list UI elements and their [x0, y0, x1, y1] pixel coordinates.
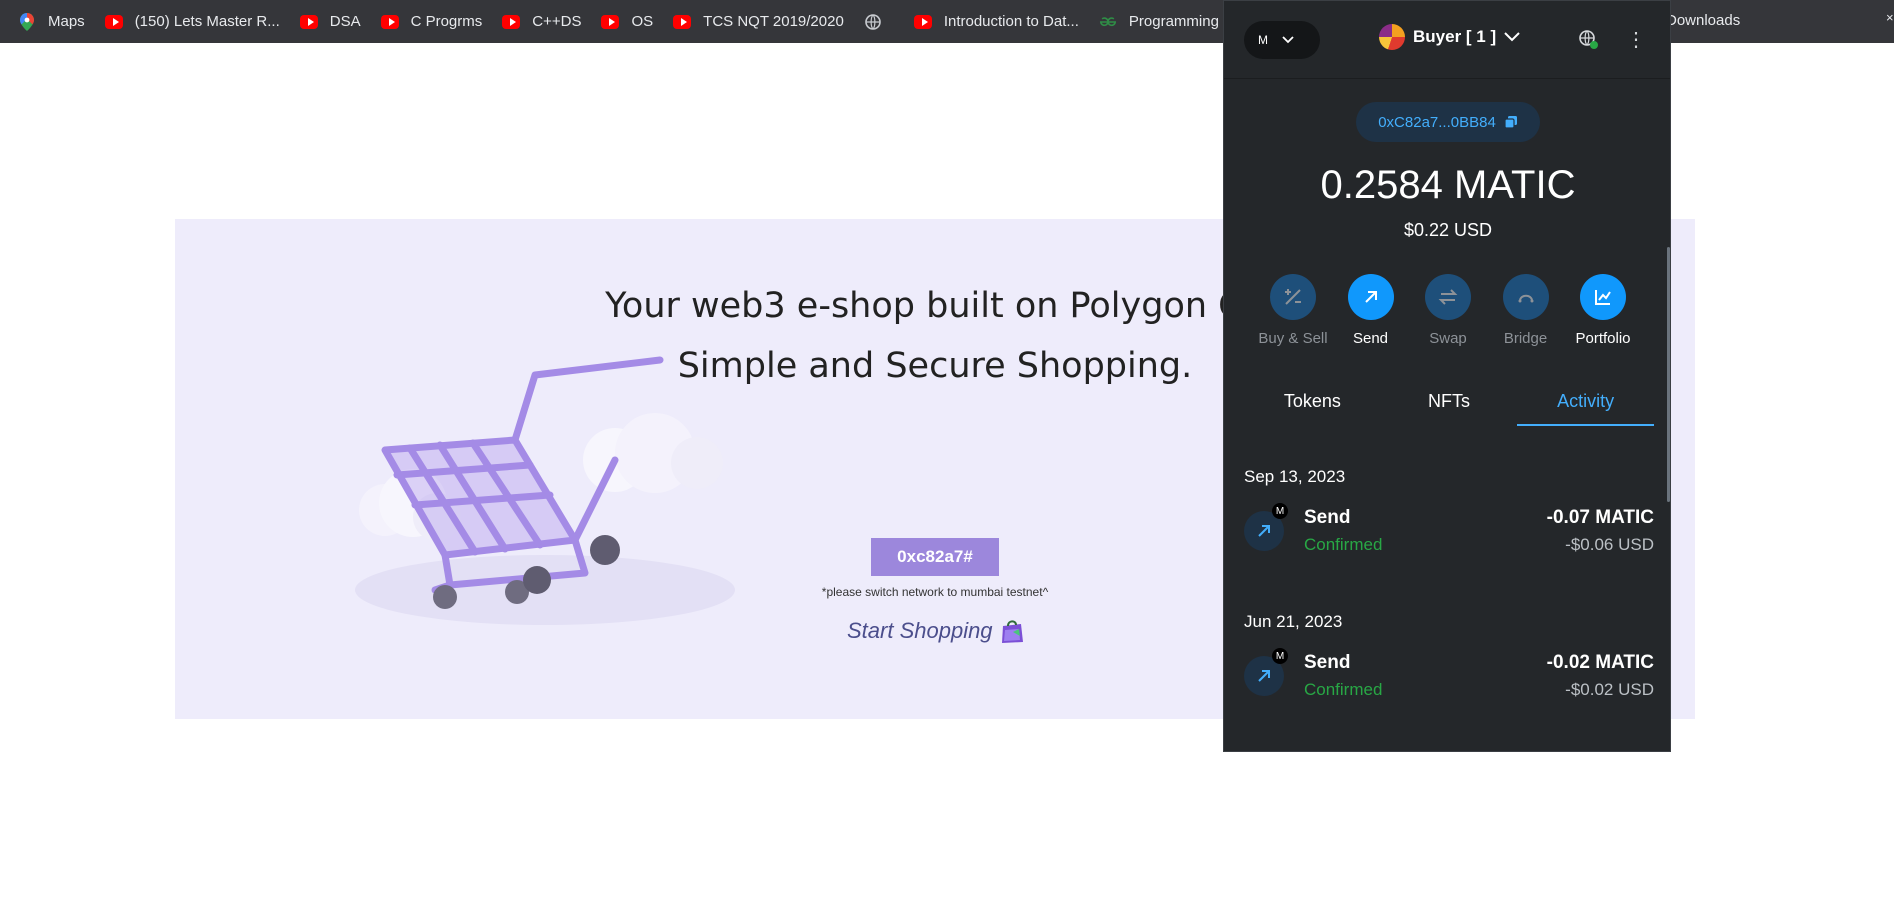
bookmark-label: DSA [329, 13, 361, 30]
bookmark-label: C Progrms [410, 13, 483, 30]
connected-sites-icon[interactable] [1577, 28, 1599, 50]
portfolio-label: Portfolio [1575, 330, 1631, 347]
activity-status: Confirmed [1304, 680, 1383, 699]
bookmark-c-programs[interactable]: C Progrms [380, 8, 483, 36]
bridge-label: Bridge [1503, 330, 1548, 347]
youtube-icon [502, 14, 521, 29]
wallet-actions: Buy & Sell Send Swap Bridge Portfolio [1258, 274, 1638, 347]
account-avatar [1379, 24, 1405, 50]
youtube-icon [299, 14, 318, 29]
tab-tokens[interactable]: Tokens [1244, 383, 1381, 426]
youtube-icon [673, 14, 692, 29]
wallet-scrollbar[interactable] [1667, 247, 1670, 502]
bookmark-lets-master[interactable]: (150) Lets Master R... [104, 8, 280, 36]
activity-usd: -$0.02 USD [1565, 680, 1654, 699]
send-label: Send [1352, 330, 1389, 347]
bookmark-downloads[interactable]: Downloads [1666, 12, 1740, 29]
tab-nfts[interactable]: NFTs [1381, 383, 1518, 426]
activity-usd: -$0.06 USD [1565, 535, 1654, 554]
balance-amount: 0.2584 MATIC [1320, 163, 1576, 207]
bookmark-label: (150) Lets Master R... [134, 13, 280, 30]
bookmark-label: Introduction to Dat... [943, 13, 1079, 30]
copy-icon[interactable] [1504, 115, 1518, 129]
bookmark-label: TCS NQT 2019/2020 [703, 13, 844, 30]
globe-icon [864, 13, 882, 30]
start-shopping-label: Start Shopping [847, 618, 993, 643]
account-address-pill[interactable]: 0xC82a7...0BB84 [1356, 102, 1540, 142]
activity-date: Sep 13, 2023 [1244, 467, 1346, 486]
network-badge: M [1272, 648, 1288, 664]
tab-activity[interactable]: Activity [1517, 383, 1655, 426]
close-icon[interactable]: × [1886, 10, 1894, 25]
account-address: 0xC82a7...0BB84 [1378, 113, 1496, 131]
swap-button[interactable]: Swap [1413, 274, 1483, 347]
start-shopping-link[interactable]: Start Shopping [847, 618, 1025, 644]
network-initial: M [1258, 33, 1268, 47]
swap-icon [1425, 274, 1471, 320]
activity-item[interactable]: M Send Confirmed -0.07 MATIC -$0.06 USD [1244, 503, 1654, 563]
youtube-icon [601, 14, 620, 29]
bookmark-os[interactable]: OS [601, 8, 653, 36]
bridge-button[interactable]: Bridge [1491, 274, 1561, 347]
send-arrow-icon [1347, 274, 1394, 320]
bridge-icon [1502, 274, 1549, 320]
chevron-down-icon [1504, 32, 1520, 42]
buy-sell-button[interactable]: Buy & Sell [1258, 274, 1328, 347]
balance-usd: $0.22 USD [1403, 220, 1493, 240]
bookmark-label: Maps [48, 13, 85, 30]
account-selector[interactable]: Buyer [ 1 ] [1379, 24, 1520, 50]
geeksforgeeks-icon [1099, 15, 1117, 29]
wallet-tabs: Tokens NFTs Activity [1244, 383, 1655, 427]
account-name: Buyer [ 1 ] [1413, 27, 1497, 46]
bookmark-cpp-ds[interactable]: C++DS [502, 8, 581, 36]
maps-pin-icon [18, 12, 36, 31]
wallet-header: M Buyer [ 1 ] ⋮ [1224, 1, 1670, 79]
portfolio-button[interactable]: Portfolio [1568, 274, 1638, 347]
activity-amount: -0.02 MATIC [1546, 652, 1654, 673]
network-badge: M [1272, 503, 1288, 519]
wallet-popup: M Buyer [ 1 ] ⋮ 0xC82a7...0BB84 0.2584 M… [1223, 0, 1671, 752]
activity-date: Jun 21, 2023 [1244, 612, 1343, 631]
network-selector[interactable]: M [1244, 21, 1320, 59]
chevron-down-icon [1282, 36, 1294, 44]
buy-sell-label: Buy & Sell [1258, 330, 1328, 347]
activity-type: Send [1304, 652, 1351, 673]
bookmark-label: C++DS [532, 13, 582, 30]
activity-type: Send [1304, 507, 1351, 528]
portfolio-chart-icon [1580, 274, 1626, 320]
more-options-icon[interactable]: ⋮ [1626, 27, 1646, 52]
bookmark-maps[interactable]: Maps [18, 8, 85, 36]
buy-sell-icon [1270, 274, 1316, 320]
bookmark-dsa[interactable]: DSA [299, 8, 361, 36]
youtube-icon [380, 14, 399, 29]
shopping-bag-icon [1001, 620, 1023, 643]
youtube-icon [104, 14, 123, 29]
activity-item[interactable]: M Send Confirmed -0.02 MATIC -$0.02 USD [1244, 648, 1654, 708]
connected-address-button[interactable]: 0xc82a7# [871, 538, 999, 576]
bookmark-label: OS [631, 13, 654, 30]
activity-status: Confirmed [1304, 535, 1383, 554]
send-button[interactable]: Send [1336, 274, 1406, 347]
bookmark-intro-data[interactable]: Introduction to Dat... [913, 8, 1079, 36]
swap-label: Swap [1429, 330, 1467, 347]
youtube-icon [913, 14, 932, 29]
activity-amount: -0.07 MATIC [1546, 507, 1654, 528]
bookmark-tcs-nqt[interactable]: TCS NQT 2019/2020 [673, 8, 844, 36]
bookmark-globe[interactable] [864, 8, 894, 36]
